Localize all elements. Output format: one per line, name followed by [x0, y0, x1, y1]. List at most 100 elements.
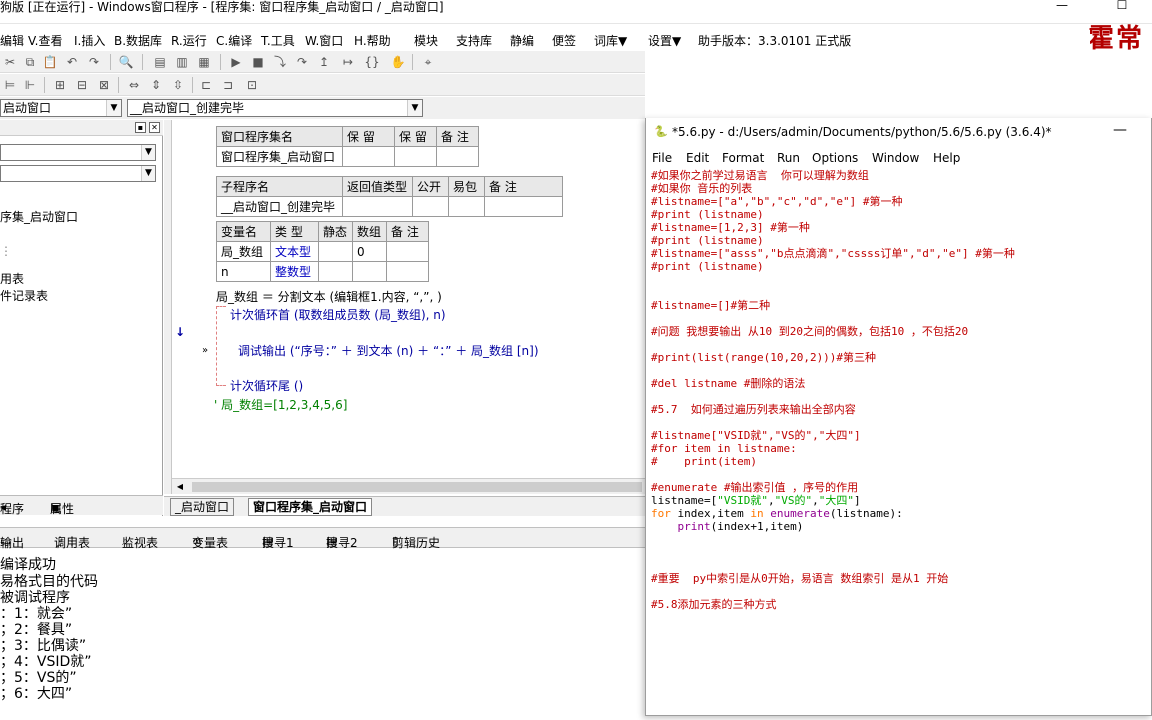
stop-icon[interactable]: ■: [250, 54, 266, 70]
menu-insert[interactable]: I.插入: [74, 32, 105, 49]
menu-support-lib[interactable]: 支持库: [456, 32, 492, 49]
code-line-debug-output[interactable]: 调试输出 (“序号：” ＋ 到文本 (n) ＋ “：” ＋ 局_数组 [n]): [238, 342, 539, 359]
py-menu-edit[interactable]: Edit: [686, 151, 709, 165]
menu-view[interactable]: V.查看: [28, 32, 62, 49]
code-line[interactable]: #listname=[1,2,3] #第一种: [651, 221, 810, 234]
tab-startup-window[interactable]: _启动窗口: [170, 498, 235, 516]
menu-run[interactable]: R.运行: [171, 32, 207, 49]
assembly-cell[interactable]: [342, 146, 395, 167]
code-line[interactable]: #重要 py中索引是从0开始，易语言 数组索引 是从1 开始: [651, 572, 948, 585]
align-left-icon[interactable]: ⊨: [2, 77, 18, 93]
code-line[interactable]: #del listname #删除的语法: [651, 377, 805, 390]
var-note-cell[interactable]: [386, 261, 429, 282]
lp-combo-2[interactable]: ▼: [0, 165, 156, 182]
scroll-thumb[interactable]: [192, 482, 642, 492]
find-icon[interactable]: 🔍: [118, 54, 134, 70]
braces-icon[interactable]: {}: [364, 54, 380, 70]
code-line[interactable]: for index,item in enumerate(listname):: [651, 507, 903, 520]
var-name-cell[interactable]: 局_数组: [216, 241, 271, 262]
menu-database[interactable]: B.数据库: [114, 32, 162, 49]
pin-icon[interactable]: ▪: [135, 122, 146, 133]
menu-edit[interactable]: 编辑: [0, 32, 24, 49]
step-out-icon[interactable]: ↥: [316, 54, 332, 70]
var-static-cell[interactable]: [318, 241, 353, 262]
event-combo[interactable]: __启动窗口_创建完毕 ▼: [127, 99, 423, 117]
var-array-cell[interactable]: [352, 261, 387, 282]
code-line[interactable]: #listname=["a","b","c","d","e"] #第一种: [651, 195, 903, 208]
code-line[interactable]: #listname["VSID就","VS的","大四"]: [651, 429, 861, 442]
splitter[interactable]: [164, 120, 172, 494]
center-v-icon[interactable]: ⊐: [220, 77, 236, 93]
step-into-icon[interactable]: ⤵: [272, 54, 288, 70]
menu-module[interactable]: 模块: [414, 32, 438, 49]
code-line-loop-start[interactable]: 计次循环首 (取数组成员数 (局_数组), n): [230, 306, 446, 323]
code-line[interactable]: listname=["VSID就","VS的","大四"]: [651, 494, 861, 507]
var-type-cell[interactable]: 文本型: [270, 241, 319, 262]
lp-combo-1[interactable]: ▼: [0, 144, 156, 161]
align-v-icon[interactable]: ⊟: [74, 77, 90, 93]
sub-cell[interactable]: [448, 196, 485, 217]
code-line-comment[interactable]: ' 局_数组=[1,2,3,4,5,6]: [214, 396, 347, 413]
step-over-icon[interactable]: ↷: [294, 54, 310, 70]
code-line[interactable]: #5.8添加元素的三种方式: [651, 598, 777, 611]
py-menu-file[interactable]: File: [652, 151, 672, 165]
close-icon[interactable]: ✕: [149, 122, 160, 133]
code-line[interactable]: #listname=["asss","b点点滴滴","cssss订单","d",…: [651, 247, 1015, 260]
scroll-left-icon[interactable]: ◀: [174, 481, 186, 493]
undo-icon[interactable]: ↶: [64, 54, 80, 70]
code-line[interactable]: print(index+1,item): [651, 520, 804, 533]
var-name-cell[interactable]: n: [216, 261, 271, 282]
python-code-editor[interactable]: #如果你之前学过易语言 你可以理解为数组 #如果你 音乐的列表 #listname=…: [650, 169, 1150, 714]
same-size-icon[interactable]: ⇳: [170, 77, 186, 93]
tree-item-call-table[interactable]: 用表: [0, 270, 24, 287]
menu-notes[interactable]: 便签: [552, 32, 576, 49]
layout-3-icon[interactable]: ▦: [196, 54, 212, 70]
chevron-down-icon[interactable]: ▼: [407, 100, 422, 116]
sub-cell[interactable]: [342, 196, 413, 217]
redo-icon[interactable]: ↷: [86, 54, 102, 70]
run-icon[interactable]: ▶: [228, 54, 244, 70]
layout-2-icon[interactable]: ▥: [174, 54, 190, 70]
copy-icon[interactable]: ⧉: [22, 54, 38, 70]
code-line[interactable]: #如果你之前学过易语言 你可以理解为数组: [651, 169, 869, 182]
layout-1-icon[interactable]: ▤: [152, 54, 168, 70]
grid-icon[interactable]: ⊡: [244, 77, 260, 93]
py-menu-format[interactable]: Format: [722, 151, 764, 165]
tab-assembly[interactable]: 窗口程序集_启动窗口: [248, 498, 373, 516]
binoculars-icon[interactable]: ⌖: [420, 54, 436, 70]
py-menu-help[interactable]: Help: [933, 151, 960, 165]
code-line[interactable]: # print(item): [651, 455, 757, 468]
menu-settings[interactable]: 设置▼: [648, 32, 681, 49]
sub-cell[interactable]: [412, 196, 449, 217]
output-panel[interactable]: 编译成功 易格式目的代码 被调试程序 ：1：就会” ；2：餐具” ；3：比偶读”…: [0, 550, 645, 720]
assembly-name-cell[interactable]: 窗口程序集_启动窗口: [216, 146, 343, 167]
chevron-down-icon[interactable]: ▼: [141, 145, 155, 160]
code-line[interactable]: #5.7 如何通过遍历列表来输出全部内容: [651, 403, 856, 416]
align-center-icon[interactable]: ⊩: [22, 77, 38, 93]
code-line[interactable]: #问题 我想要输出 从10 到20之间的偶数，包括10 ，不包括20: [651, 325, 968, 338]
code-line[interactable]: #print (listname): [651, 234, 764, 247]
code-line[interactable]: #print (listname): [651, 208, 764, 221]
var-type-cell[interactable]: 整数型: [270, 261, 319, 282]
tree-item-event-log[interactable]: 件记录表: [0, 287, 48, 304]
var-note-cell[interactable]: [386, 241, 429, 262]
code-line[interactable]: #如果你 音乐的列表: [651, 182, 752, 195]
code-line[interactable]: #print (listname): [651, 260, 764, 273]
code-line[interactable]: #for item in listname:: [651, 442, 797, 455]
py-menu-run[interactable]: Run: [777, 151, 800, 165]
code-line[interactable]: #listname=[]#第二种: [651, 299, 770, 312]
space-h-icon[interactable]: ⊠: [96, 77, 112, 93]
menu-compile[interactable]: C.编译: [216, 32, 252, 49]
assembly-cell[interactable]: [436, 146, 479, 167]
py-menu-options[interactable]: Options: [812, 151, 858, 165]
hand-icon[interactable]: ✋: [390, 54, 406, 70]
run-to-cursor-icon[interactable]: ↦: [340, 54, 356, 70]
sub-cell[interactable]: [484, 196, 563, 217]
tree-item-assembly[interactable]: 序集_启动窗口: [0, 208, 78, 225]
center-h-icon[interactable]: ⊏: [198, 77, 214, 93]
menu-static-compile[interactable]: 静编: [510, 32, 534, 49]
chevron-down-icon[interactable]: ▼: [141, 166, 155, 181]
menu-window[interactable]: W.窗口: [305, 32, 343, 49]
same-width-icon[interactable]: ⇔: [126, 77, 142, 93]
cut-icon[interactable]: ✂: [2, 54, 18, 70]
